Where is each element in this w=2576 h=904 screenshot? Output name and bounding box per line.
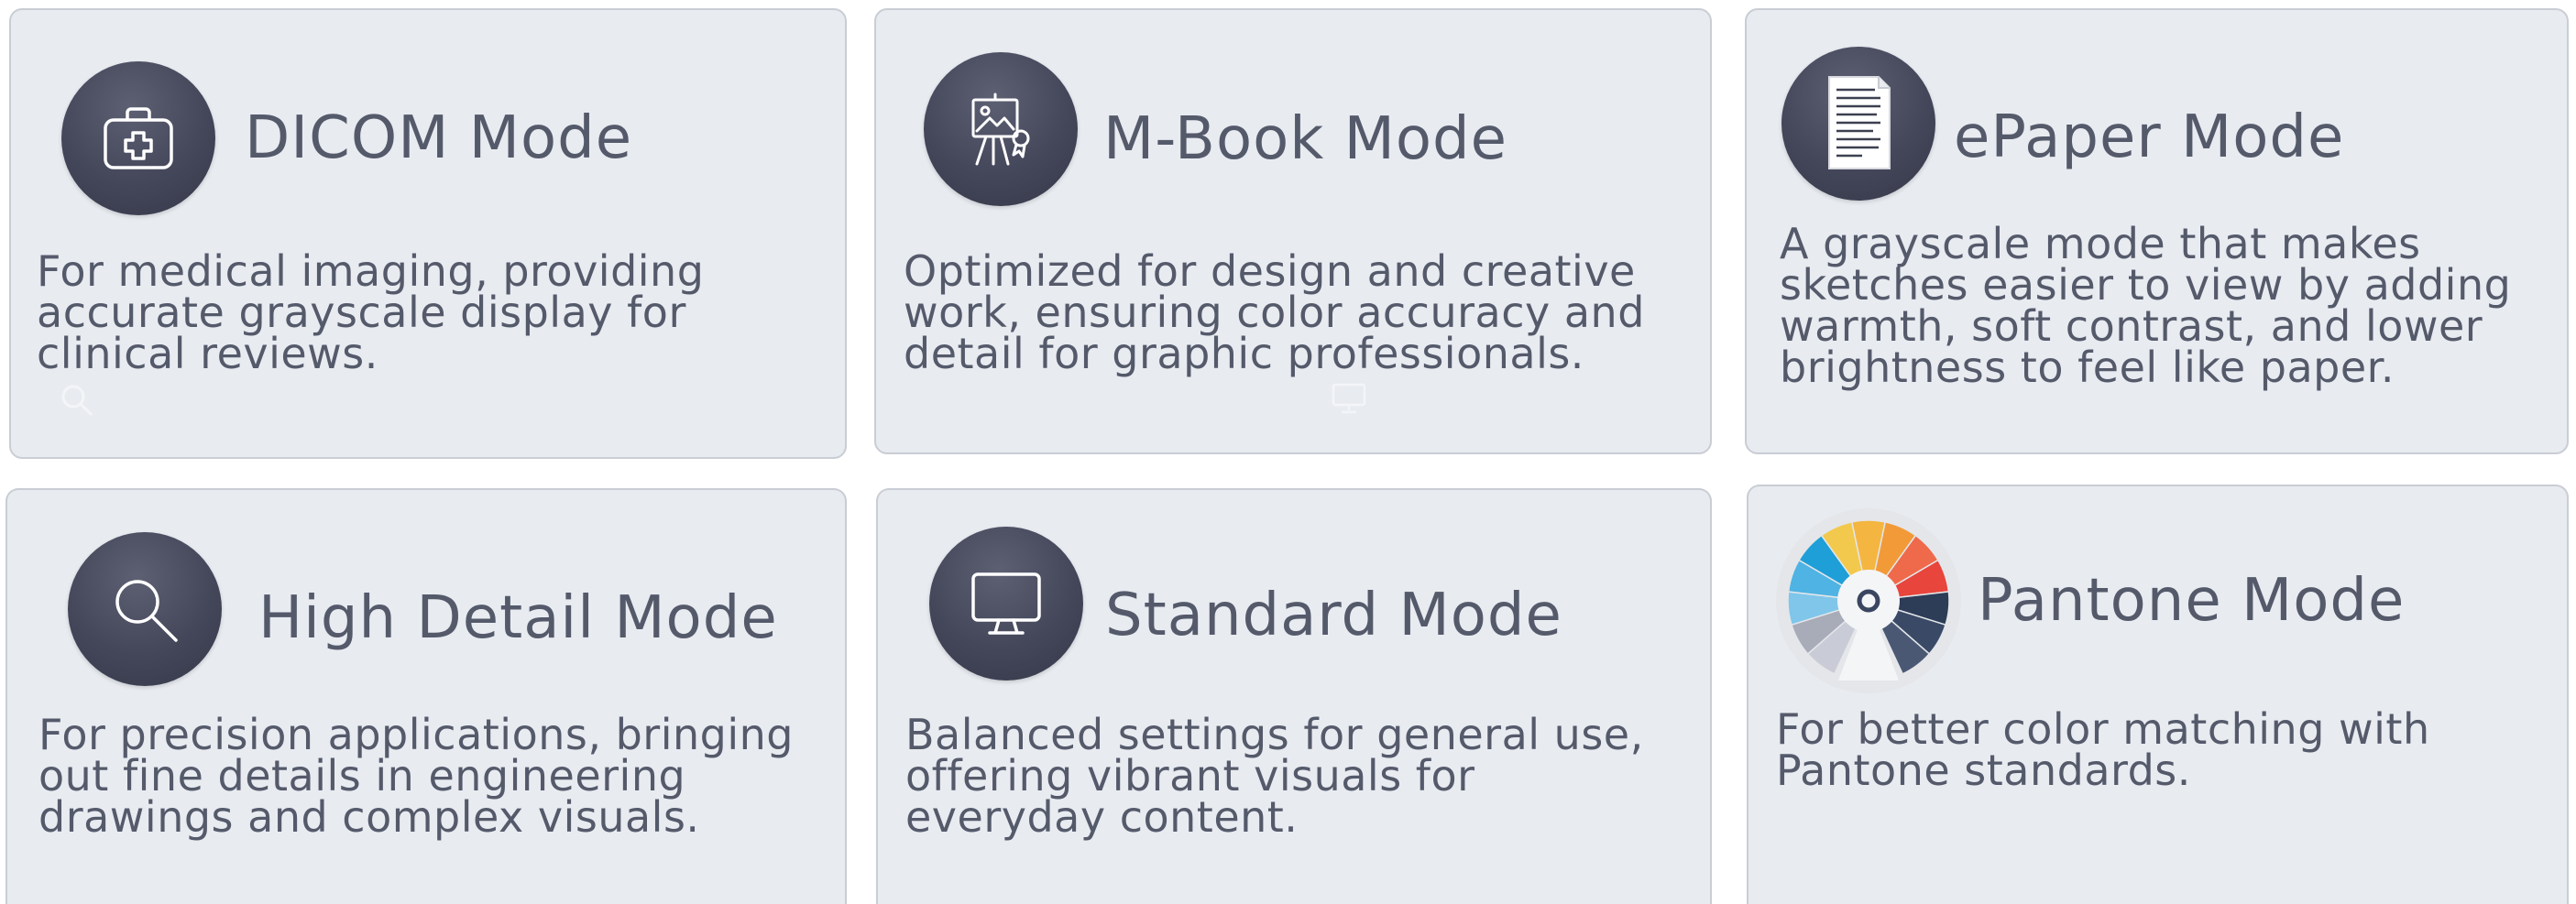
- card-header: ePaper Mode: [1781, 47, 2567, 201]
- card-description: Balanced settings for general use, offer…: [905, 710, 1644, 842]
- card-m-book-mode[interactable]: M-Book Mode Optimized for design and cre…: [874, 8, 1712, 454]
- monitor-icon: [1332, 383, 1366, 414]
- card-description: For better color matching with Pantone s…: [1776, 704, 2430, 795]
- card-dicom-mode[interactable]: DICOM Mode For medical imaging, providin…: [9, 8, 847, 459]
- magnifier-icon: [68, 532, 222, 686]
- card-description: For medical imaging, providing accurate …: [37, 246, 705, 378]
- card-title: Standard Mode: [1105, 582, 1562, 649]
- card-pantone-mode[interactable]: Pantone Mode For better color matching w…: [1747, 485, 2569, 904]
- card-high-detail-mode[interactable]: High Detail Mode For precision applicati…: [5, 488, 847, 904]
- card-title: DICOM Mode: [245, 104, 633, 172]
- card-header: Pantone Mode: [1774, 506, 2567, 695]
- card-header: Standard Mode: [929, 527, 1710, 681]
- card-standard-mode[interactable]: Standard Mode Balanced settings for gene…: [876, 488, 1712, 904]
- card-title: Pantone Mode: [1978, 567, 2406, 635]
- card-description: For precision applications, bringing out…: [38, 710, 794, 842]
- document-icon: [1781, 47, 1935, 201]
- color-wheel-icon: [1774, 506, 1963, 695]
- card-description: A grayscale mode that makes sketches eas…: [1780, 219, 2512, 392]
- card-epaper-mode[interactable]: ePaper Mode A grayscale mode that makes …: [1745, 8, 2569, 454]
- card-title: M-Book Mode: [1103, 105, 1508, 173]
- display-modes-grid: DICOM Mode For medical imaging, providin…: [0, 0, 2576, 904]
- easel-icon: [924, 52, 1078, 206]
- card-description: Optimized for design and creative work, …: [904, 246, 1645, 378]
- search-icon: [61, 385, 93, 417]
- medical-kit-icon: [61, 61, 215, 215]
- card-header: DICOM Mode: [61, 61, 845, 215]
- card-title: ePaper Mode: [1954, 103, 2345, 171]
- card-header: M-Book Mode: [924, 52, 1710, 206]
- card-header: High Detail Mode: [68, 532, 845, 686]
- card-title: High Detail Mode: [258, 584, 778, 652]
- monitor-icon: [929, 527, 1083, 681]
